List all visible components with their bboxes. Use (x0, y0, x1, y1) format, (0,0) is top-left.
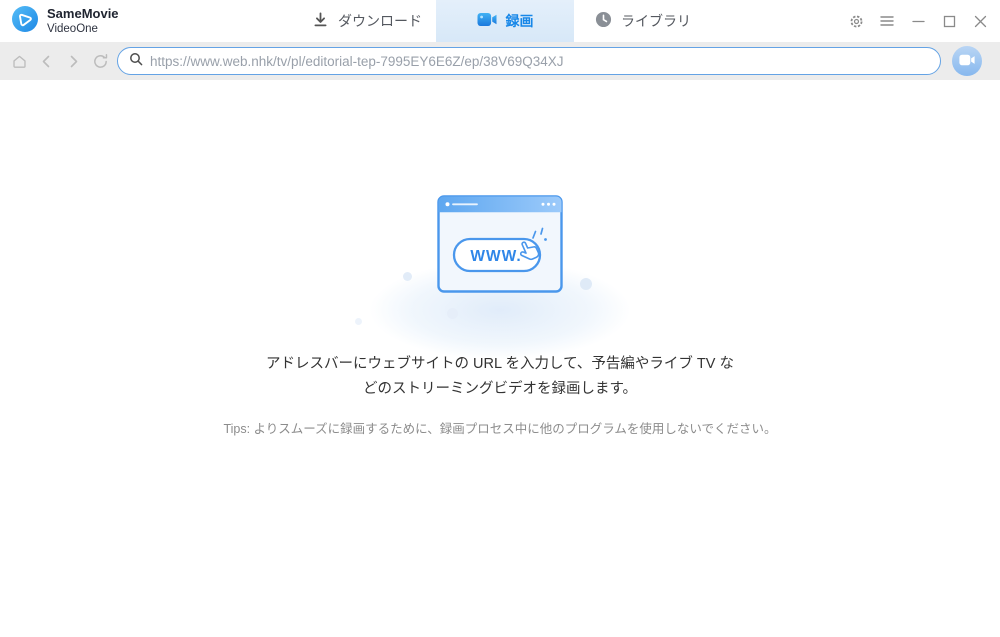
app-name: SameMovie (47, 6, 119, 22)
maximize-icon[interactable] (941, 13, 957, 29)
tab-download[interactable]: ダウンロード (298, 0, 436, 42)
clock-icon (595, 11, 612, 31)
decor-dot (580, 278, 592, 290)
video-camera-icon (477, 12, 497, 30)
app-window: SameMovie VideoOne ダウンロード (0, 0, 1000, 637)
browser-nav (0, 51, 117, 71)
decor-dot (403, 272, 412, 281)
forward-icon[interactable] (63, 51, 83, 71)
empty-state-message: アドレスバーにウェブサイトの URL を入力して、予告編やライブ TV などのス… (261, 352, 739, 401)
tab-library-label: ライブラリ (621, 11, 691, 31)
tips-text: Tips: よりスムーズに録画するために、録画プロセス中に他のプログラムを使用し… (0, 418, 1000, 437)
url-bar[interactable] (117, 47, 941, 75)
download-icon (312, 11, 329, 31)
window-controls (848, 0, 988, 42)
url-input[interactable] (143, 54, 930, 69)
tab-library[interactable]: ライブラリ (574, 0, 712, 42)
tab-record-label: 録画 (506, 11, 534, 31)
brand: SameMovie VideoOne (11, 5, 119, 38)
start-record-button[interactable] (952, 46, 982, 76)
video-camera-icon (959, 54, 975, 69)
settings-gear-icon[interactable] (848, 13, 864, 29)
address-toolbar (0, 42, 1000, 80)
tab-record[interactable]: 録画 (436, 0, 574, 42)
header: SameMovie VideoOne ダウンロード (0, 0, 1000, 42)
close-icon[interactable] (972, 13, 988, 29)
brand-text: SameMovie VideoOne (47, 6, 119, 37)
browser-window-illustration: WWW. (437, 195, 563, 293)
decor-dot (447, 308, 458, 319)
illustration-titlebar-menu-dots (542, 203, 556, 206)
back-icon[interactable] (36, 51, 56, 71)
search-icon (129, 52, 143, 71)
main-tabs: ダウンロード 録画 (298, 0, 712, 42)
decor-dot (355, 318, 362, 325)
reload-icon[interactable] (90, 51, 110, 71)
home-icon[interactable] (9, 51, 29, 71)
app-logo-icon (11, 5, 39, 38)
tab-download-label: ダウンロード (338, 11, 422, 31)
record-empty-state: WWW. アドレスバーにウェブサイトの URL を入力して、予告編やライブ TV… (0, 80, 1000, 637)
minimize-icon[interactable] (910, 13, 926, 29)
app-product-name: VideoOne (47, 22, 119, 36)
illustration-titlebar-dot (446, 202, 450, 206)
illustration-pill-text: WWW. (470, 248, 521, 265)
menu-icon[interactable] (879, 13, 895, 29)
